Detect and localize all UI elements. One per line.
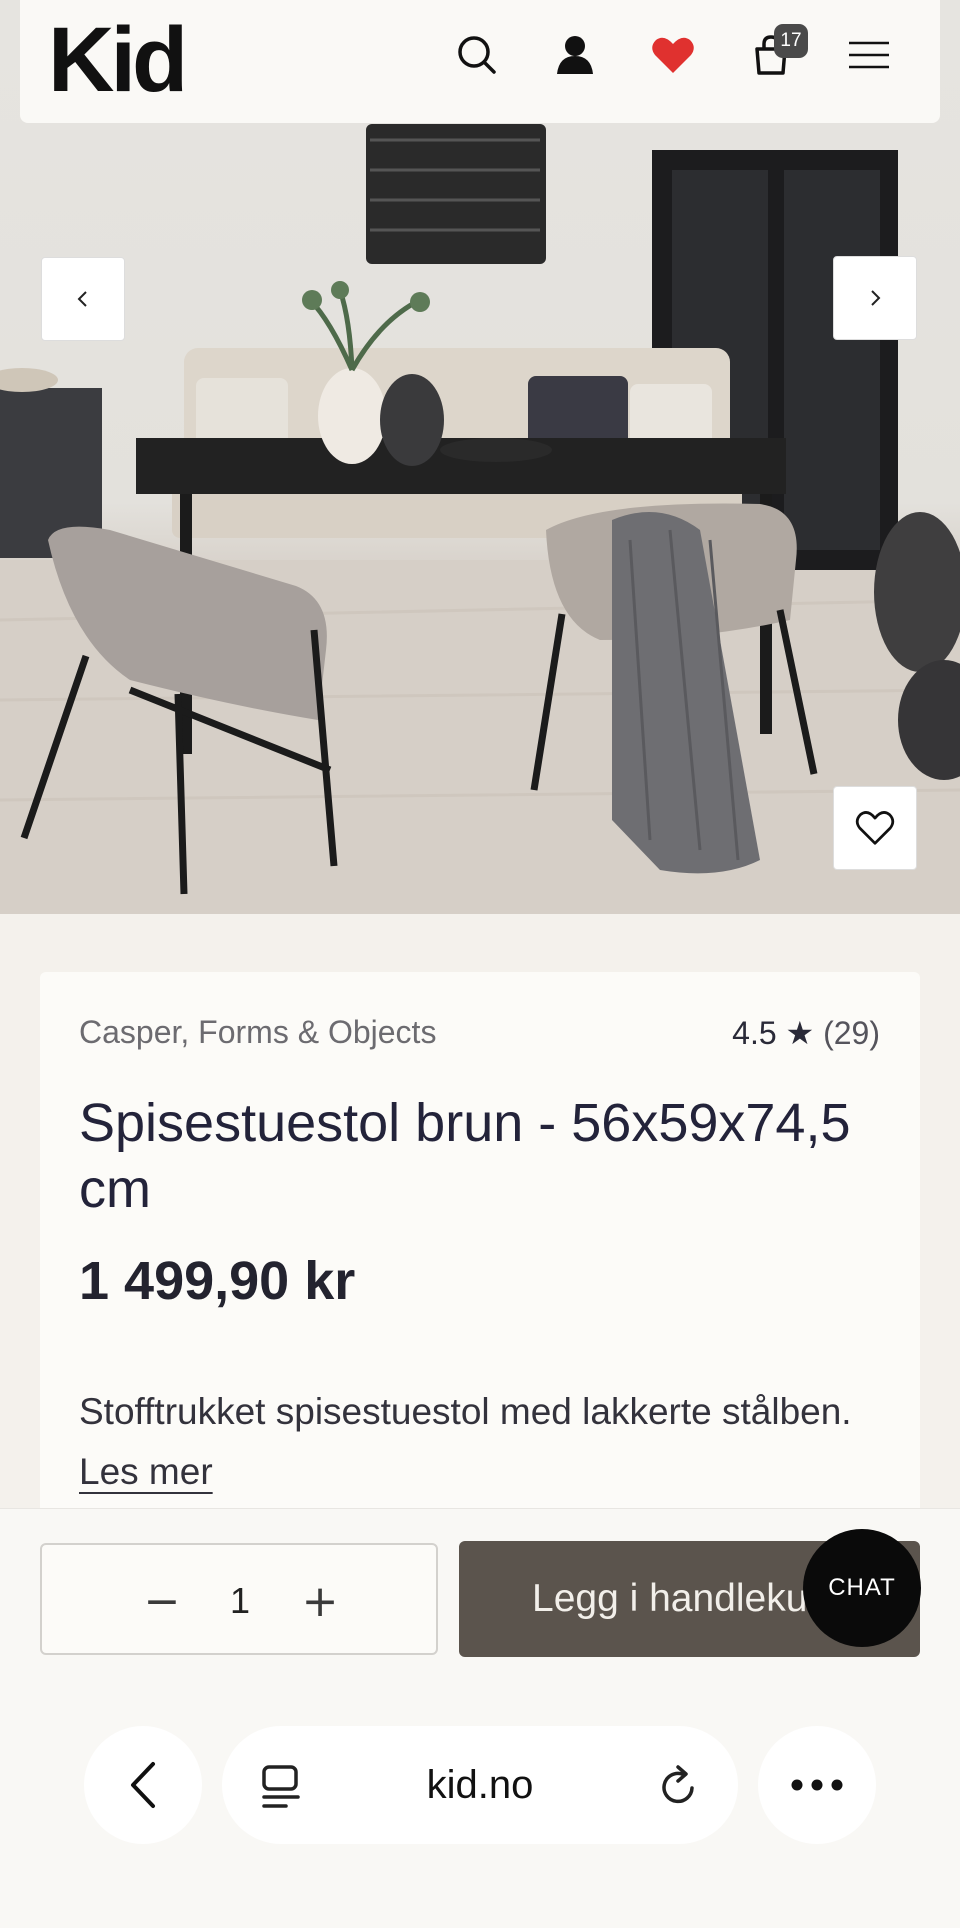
heart-outline-icon xyxy=(855,811,895,845)
product-brand[interactable]: Casper, Forms & Objects xyxy=(79,1014,436,1051)
product-info-card: Casper, Forms & Objects 4.5 ★ (29) Spise… xyxy=(40,972,920,1592)
decrease-quantity-button[interactable]: − xyxy=(134,1573,190,1629)
tabs-icon[interactable] xyxy=(260,1764,302,1815)
read-more-link[interactable]: Les mer xyxy=(79,1451,213,1492)
browser-address-bar[interactable]: kid.no xyxy=(222,1726,738,1844)
heart-icon[interactable] xyxy=(648,30,698,80)
description-text: Stofftrukket spisestuestol med lakkerte … xyxy=(79,1391,852,1432)
product-rating[interactable]: 4.5 ★ (29) xyxy=(732,1014,880,1052)
product-image[interactable] xyxy=(0,0,960,914)
increase-quantity-button[interactable]: + xyxy=(292,1573,348,1629)
kid-logo[interactable]: Kid xyxy=(48,10,188,110)
chat-button[interactable]: CHAT xyxy=(803,1529,921,1647)
menu-icon[interactable] xyxy=(844,30,894,80)
product-price: 1 499,90 kr xyxy=(79,1251,356,1311)
favorite-button[interactable] xyxy=(833,786,917,870)
product-description: Stofftrukket spisestuestol med lakkerte … xyxy=(79,1382,879,1502)
rating-value: 4.5 xyxy=(732,1015,777,1051)
back-icon xyxy=(131,1762,155,1808)
reload-icon[interactable] xyxy=(658,1764,700,1815)
rating-count: (29) xyxy=(823,1015,880,1051)
quantity-value[interactable]: 1 xyxy=(212,1573,268,1629)
more-icon xyxy=(791,1779,843,1791)
dining-room-scene xyxy=(0,124,960,914)
site-header: Kid 17 xyxy=(20,0,940,123)
gallery-next-button[interactable] xyxy=(833,256,917,340)
cart-count-badge: 17 xyxy=(774,24,808,58)
user-icon[interactable] xyxy=(550,30,600,80)
chevron-right-icon xyxy=(871,290,881,306)
browser-back-button[interactable] xyxy=(84,1726,202,1844)
search-icon[interactable] xyxy=(452,30,502,80)
gallery-prev-button[interactable] xyxy=(41,257,125,341)
url-text[interactable]: kid.no xyxy=(427,1763,534,1808)
quantity-stepper: − 1 + xyxy=(40,1543,438,1655)
cart-icon[interactable]: 17 xyxy=(746,24,808,80)
browser-more-button[interactable] xyxy=(758,1726,876,1844)
star-icon: ★ xyxy=(785,1014,815,1052)
chevron-left-icon xyxy=(77,291,87,307)
product-title: Spisestuestol brun - 56x59x74,5 cm xyxy=(79,1093,851,1219)
